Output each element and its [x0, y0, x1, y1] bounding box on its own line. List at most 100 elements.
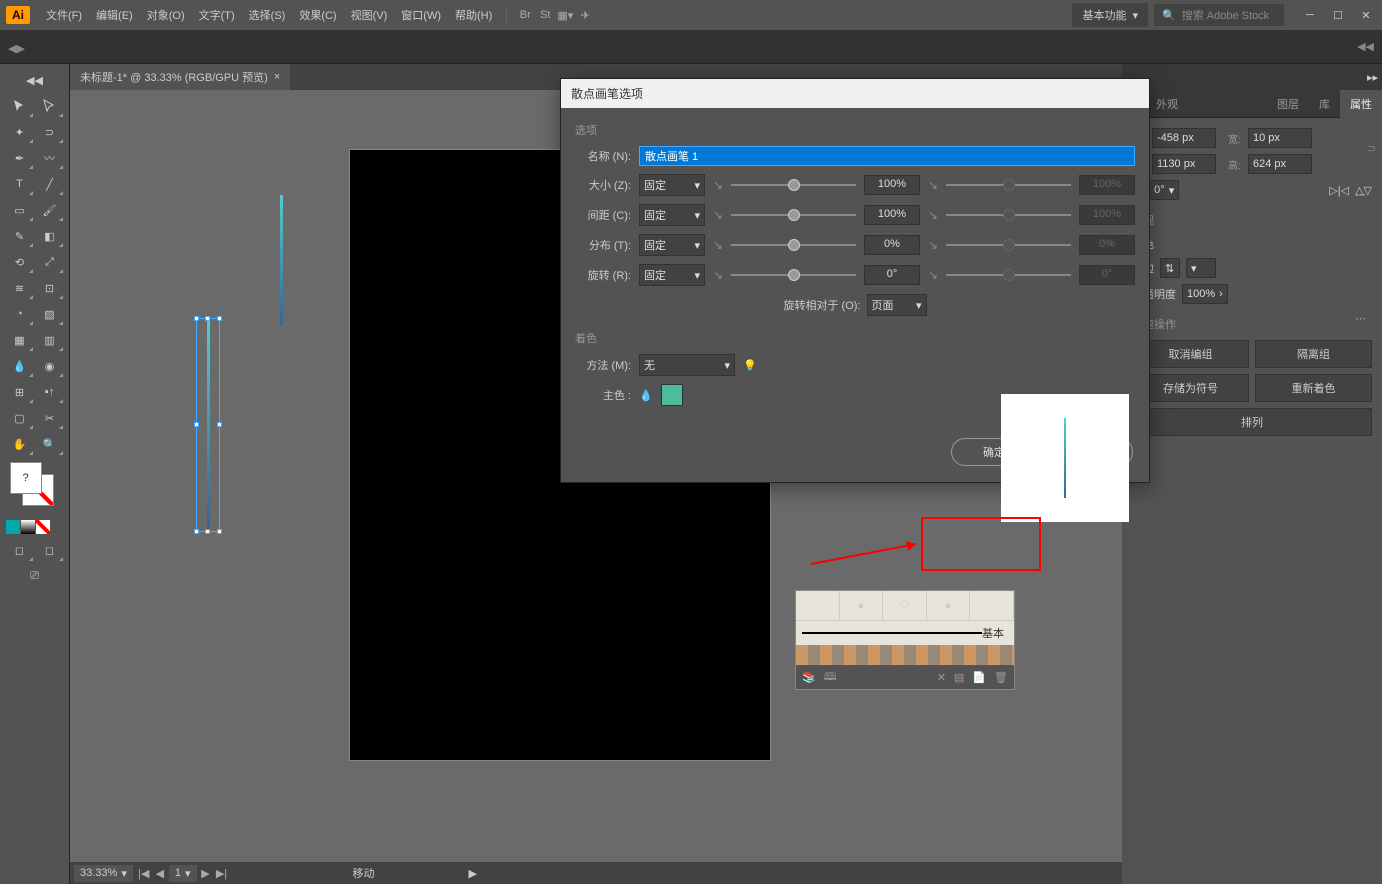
maximize-button[interactable]: ☐	[1328, 8, 1348, 22]
panel-collapse-icon[interactable]: ▸▸	[1367, 71, 1378, 84]
brush-pattern-row[interactable]	[796, 645, 1014, 665]
menu-object[interactable]: 对象(O)	[141, 3, 191, 27]
artboard-tool[interactable]: ▢	[6, 406, 34, 430]
delete-brush-icon[interactable]: 🗑	[994, 671, 1008, 684]
menu-file[interactable]: 文件(F)	[40, 3, 88, 27]
shaper-tool[interactable]: ✎	[6, 224, 34, 248]
menu-effect[interactable]: 效果(C)	[293, 3, 342, 27]
direct-selection-tool[interactable]	[36, 94, 64, 118]
color-mode-icon[interactable]	[6, 520, 20, 534]
brush-libraries-menu-icon[interactable]: 🕮	[824, 668, 837, 687]
screen-mode[interactable]: ⎚	[21, 564, 49, 588]
fill-stroke-swatch[interactable]: ?	[10, 462, 60, 512]
paintbrush-tool[interactable]: 🖌	[36, 198, 64, 222]
menu-type[interactable]: 文字(T)	[193, 3, 241, 27]
lasso-tool[interactable]: ⊃	[36, 120, 64, 144]
close-tab-icon[interactable]: ×	[274, 71, 280, 83]
flip-h-icon[interactable]: ▷|◁	[1329, 184, 1349, 197]
graph-tool[interactable]: ▪↑	[36, 380, 64, 404]
width-input[interactable]	[1248, 128, 1312, 148]
opacity-input[interactable]: 100%›	[1182, 284, 1228, 304]
isolate-button[interactable]: 隔离组	[1255, 340, 1372, 368]
selection-tool[interactable]	[6, 94, 34, 118]
appearance-more-icon[interactable]: ⋯	[1355, 312, 1366, 325]
pen-tool[interactable]: ✒	[6, 146, 34, 170]
free-transform-tool[interactable]: ⊡	[36, 276, 64, 300]
zoom-tool[interactable]: 🔍	[36, 432, 64, 456]
last-artboard-button[interactable]: ▶|	[215, 866, 229, 880]
angle-input[interactable]: 0°▾	[1149, 180, 1179, 200]
search-stock-input[interactable]: 🔍搜索 Adobe Stock	[1154, 4, 1284, 26]
gpu-icon[interactable]: ✈	[575, 5, 595, 25]
brush-library-icon[interactable]: 📚	[802, 671, 816, 684]
tip-icon[interactable]: 💡	[743, 359, 757, 372]
brush-preset-dot1[interactable]: ·	[796, 591, 840, 620]
spacing-value[interactable]: 100%	[864, 205, 920, 225]
spacing-mode-dropdown[interactable]: 固定▾	[639, 204, 705, 226]
document-tab[interactable]: 未标题-1* @ 33.33% (RGB/GPU 预览)×	[70, 64, 290, 90]
gradient-tool[interactable]: ▥	[36, 328, 64, 352]
draw-mode-normal[interactable]: ◻	[6, 538, 34, 562]
slice-tool[interactable]: ✂	[36, 406, 64, 430]
transform-more-icon[interactable]: ⋯	[1355, 188, 1366, 201]
stroke-weight-stepper[interactable]: ⇅	[1160, 258, 1180, 278]
brush-basic-stroke[interactable]: 基本	[796, 621, 1014, 645]
symbol-sprayer-tool[interactable]: ⊞	[6, 380, 34, 404]
hand-tool[interactable]: ✋	[6, 432, 34, 456]
menu-help[interactable]: 帮助(H)	[449, 3, 498, 27]
link-wh-icon[interactable]: ⊃	[1367, 142, 1376, 155]
stock-icon[interactable]: St	[535, 5, 555, 25]
remove-stroke-icon[interactable]: ✕	[937, 671, 946, 684]
line-tool[interactable]: ╱	[36, 172, 64, 196]
colorize-method-dropdown[interactable]: 无▾	[639, 354, 735, 376]
scatter-slider[interactable]	[731, 244, 856, 246]
brushes-panel[interactable]: · ● ⬭ ● 基本 📚 🕮 ✕ ▤ 📄 🗑	[795, 590, 1015, 690]
none-mode-icon[interactable]	[36, 520, 50, 534]
eyedropper-tool[interactable]: 💧	[6, 354, 34, 378]
rotation-relative-dropdown[interactable]: 页面▾	[867, 294, 927, 316]
brush-options-icon[interactable]: ▤	[954, 671, 964, 684]
stroke-weight-dropdown[interactable]: ▾	[1186, 258, 1216, 278]
size-value[interactable]: 100%	[864, 175, 920, 195]
type-tool[interactable]: T	[6, 172, 34, 196]
selected-object[interactable]	[198, 320, 218, 530]
menu-window[interactable]: 窗口(W)	[395, 3, 447, 27]
mesh-tool[interactable]: ▦	[6, 328, 34, 352]
workspace-switcher[interactable]: 基本功能▾	[1072, 3, 1148, 27]
prev-artboard-button[interactable]: ◀	[153, 866, 167, 880]
brush-preset-oval1[interactable]: ⬭	[883, 591, 927, 620]
collapse-tools-icon[interactable]: ◀◀	[21, 68, 49, 92]
blend-tool[interactable]: ◉	[36, 354, 64, 378]
next-artboard-button[interactable]: ▶	[199, 866, 213, 880]
minimize-button[interactable]: ─	[1300, 8, 1320, 22]
shape-builder-tool[interactable]: ◔	[6, 302, 34, 326]
close-button[interactable]: ✕	[1356, 8, 1376, 22]
width-tool[interactable]: ≋	[6, 276, 34, 300]
zoom-level-dropdown[interactable]: 33.33%▾	[74, 865, 133, 882]
draw-mode-behind[interactable]: ◻	[36, 538, 64, 562]
x-input[interactable]	[1152, 128, 1216, 148]
curvature-tool[interactable]: 〰	[36, 146, 64, 170]
libraries-tab[interactable]: 库	[1309, 90, 1340, 118]
menu-view[interactable]: 视图(V)	[345, 3, 394, 27]
brush-preset-dot2[interactable]: ●	[840, 591, 884, 620]
recolor-button[interactable]: 重新着色	[1255, 374, 1372, 402]
arrange-button[interactable]: 排列	[1132, 408, 1372, 436]
properties-tab[interactable]: 属性	[1340, 90, 1382, 118]
rotation-slider[interactable]	[731, 274, 856, 276]
gradient-mode-icon[interactable]	[21, 520, 35, 534]
brush-preset-dot3[interactable]: ●	[927, 591, 971, 620]
status-play-icon[interactable]: ▶	[469, 867, 477, 880]
new-brush-icon[interactable]: 📄	[972, 671, 986, 684]
brush-preset-empty[interactable]	[970, 591, 1014, 620]
perspective-tool[interactable]: ▨	[36, 302, 64, 326]
scale-tool[interactable]: ⤢	[36, 250, 64, 274]
menu-edit[interactable]: 编辑(E)	[90, 3, 139, 27]
height-input[interactable]	[1248, 154, 1312, 174]
control-bar-toggle[interactable]: ◀▶	[8, 42, 18, 52]
rotation-mode-dropdown[interactable]: 固定▾	[639, 264, 705, 286]
artboard-number[interactable]: 1▾	[169, 865, 197, 882]
magic-wand-tool[interactable]: ✦	[6, 120, 34, 144]
scatter-mode-dropdown[interactable]: 固定▾	[639, 234, 705, 256]
rectangle-tool[interactable]: ▭	[6, 198, 34, 222]
